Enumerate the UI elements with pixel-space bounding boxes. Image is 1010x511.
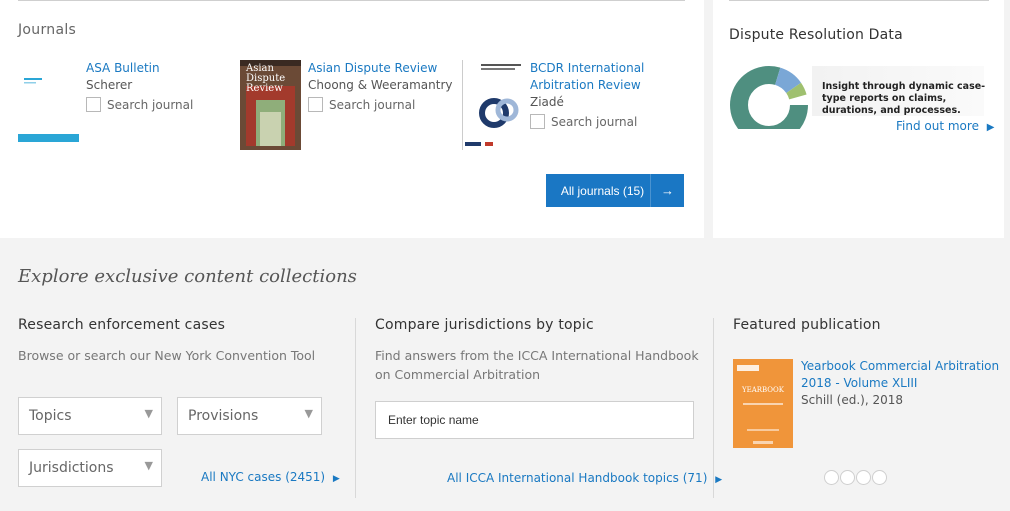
journal-asa-search[interactable]: Search journal	[86, 97, 193, 112]
provisions-select[interactable]: Provisions ▼	[177, 397, 322, 435]
featured-publication-title[interactable]: Yearbook Commercial Arbitration 2018 - V…	[801, 358, 999, 392]
all-nyc-cases-label[interactable]: All NYC cases (2451)	[201, 470, 325, 484]
all-journals-button[interactable]: All journals (15) →	[546, 174, 684, 207]
journal-adr-author: Choong & Weeramantry	[308, 78, 453, 92]
journal-asa-cover[interactable]	[18, 60, 79, 150]
journals-heading: Journals	[18, 22, 77, 38]
journal-adr-search[interactable]: Search journal	[308, 97, 415, 112]
find-out-more-label[interactable]: Find out more	[896, 119, 979, 133]
chevron-down-icon: ▼	[144, 407, 153, 420]
topics-select[interactable]: Topics ▼	[18, 397, 162, 435]
triangle-right-icon: ▶	[715, 475, 723, 485]
journal-bcdr-cover[interactable]	[462, 60, 524, 150]
yearbook-cover-title: YEARBOOK	[741, 386, 785, 394]
journal-asa-title[interactable]: ASA Bulletin	[86, 60, 160, 77]
side-divider	[729, 0, 989, 1]
adr-cover-line-3: Review	[246, 83, 283, 94]
journal-bcdr-title[interactable]: BCDR International Arbitration Review	[530, 60, 644, 94]
top-divider	[18, 0, 685, 1]
featured-publication-meta: Schill (ed.), 2018	[801, 393, 903, 407]
journal-bcdr-search[interactable]: Search journal	[530, 114, 637, 129]
journal-bcdr-author: Ziadé	[530, 95, 564, 109]
topics-select-value: Topics	[29, 408, 72, 424]
journal-adr-title[interactable]: Asian Dispute Review	[308, 60, 437, 77]
carousel-dot-1[interactable]	[824, 470, 839, 485]
chevron-down-icon: ▼	[144, 459, 153, 472]
column-divider	[355, 318, 356, 498]
chevron-down-icon: ▼	[304, 407, 313, 420]
dispute-data-description: Insight through dynamic case-type report…	[822, 81, 986, 116]
all-journals-label: All journals (15)	[560, 183, 645, 198]
search-journal-checkbox[interactable]	[86, 97, 101, 112]
topic-name-input[interactable]	[375, 401, 694, 439]
featured-heading: Featured publication	[733, 317, 881, 333]
triangle-right-icon: ▶	[986, 122, 995, 133]
research-heading: Research enforcement cases	[18, 317, 226, 333]
search-journal-label: Search journal	[107, 97, 194, 112]
yearbook-cover[interactable]: YEARBOOK	[733, 359, 793, 448]
column-divider	[713, 318, 714, 498]
carousel-dot-4[interactable]	[872, 470, 887, 485]
featured-title-line-1[interactable]: Yearbook Commercial Arbitration	[801, 358, 999, 375]
carousel-dot-3[interactable]	[856, 470, 871, 485]
jurisdictions-select-value: Jurisdictions	[29, 460, 114, 476]
search-journal-label: Search journal	[329, 97, 416, 112]
provisions-select-value: Provisions	[188, 408, 259, 424]
dispute-data-heading: Dispute Resolution Data	[729, 27, 903, 43]
jurisdictions-select[interactable]: Jurisdictions ▼	[18, 449, 162, 487]
find-out-more-link[interactable]: Find out more ▶	[896, 119, 994, 133]
journal-asa-author: Scherer	[86, 78, 133, 92]
journal-adr-cover[interactable]: Asian Dispute Review	[240, 60, 301, 150]
all-nyc-cases-link[interactable]: All NYC cases (2451) ▶	[201, 470, 340, 484]
featured-title-line-2[interactable]: 2018 - Volume XLIII	[801, 375, 999, 392]
carousel-dots	[824, 470, 887, 485]
journal-bcdr-title-line-1[interactable]: BCDR International	[530, 60, 644, 77]
journal-bcdr-title-line-2[interactable]: Arbitration Review	[530, 77, 644, 94]
all-icca-topics-label[interactable]: All ICCA International Handbook topics (…	[447, 471, 707, 485]
search-journal-label: Search journal	[551, 114, 638, 129]
compare-heading: Compare jurisdictions by topic	[375, 317, 594, 333]
triangle-right-icon: ▶	[332, 474, 340, 484]
carousel-dot-2[interactable]	[840, 470, 855, 485]
search-journal-checkbox[interactable]	[308, 97, 323, 112]
explore-heading: Explore exclusive content collections	[18, 266, 357, 287]
research-description: Browse or search our New York Convention…	[18, 348, 316, 363]
arrow-right-icon: →	[650, 174, 684, 207]
compare-description: Find answers from the ICCA International…	[375, 348, 699, 382]
search-journal-checkbox[interactable]	[530, 114, 545, 129]
all-icca-topics-link[interactable]: All ICCA International Handbook topics (…	[447, 471, 722, 485]
donut-chart-graphic[interactable]	[729, 65, 809, 129]
